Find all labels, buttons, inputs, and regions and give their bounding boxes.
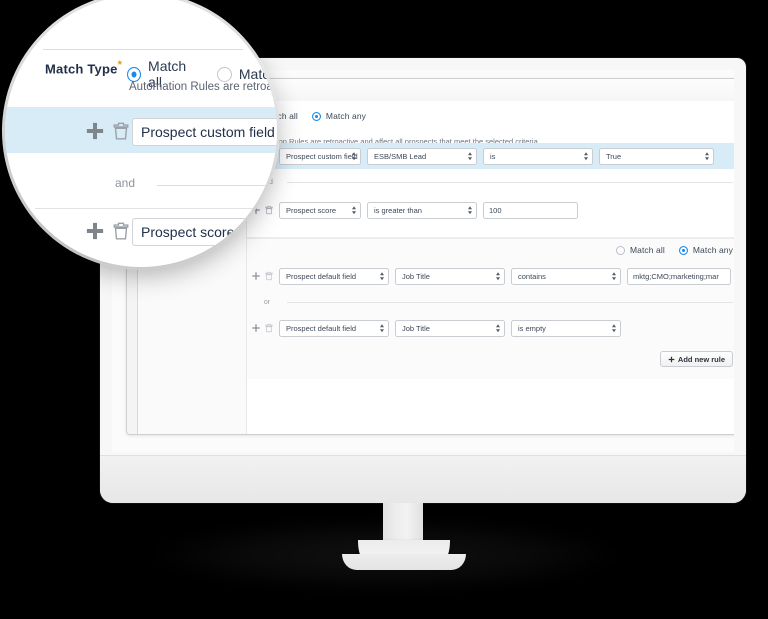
nested-rule-2-operator-value: is empty xyxy=(518,323,546,333)
nested-rule-2-field-name-value: Job Title xyxy=(402,323,430,333)
match-type-any-label: Match any xyxy=(325,111,367,121)
radio-dot-icon xyxy=(678,245,688,255)
nested-rule-2-operator-select[interactable]: is empty xyxy=(511,319,621,337)
monitor-stand-foot xyxy=(342,540,466,570)
rule-2-value: 100 xyxy=(489,205,502,215)
rule-2-operator-value: is greater than xyxy=(374,205,422,215)
stepper-arrows-icon xyxy=(468,206,472,214)
radio-dot-icon xyxy=(311,111,321,121)
stepper-arrows-icon xyxy=(352,206,356,214)
rule-1-operator-value: is xyxy=(490,151,496,161)
rule-row-1: Prospect custom field ESB/SMB Lead is Tr… xyxy=(247,143,734,169)
radio-dot-icon xyxy=(216,66,232,82)
conjunction-and-row: and xyxy=(247,173,734,191)
magnified-match-any-option[interactable]: Match xyxy=(216,66,277,82)
rule-builder-content: Match all Match any Automation Rules are… xyxy=(247,101,734,434)
nested-rule-2-icons xyxy=(247,323,277,333)
nested-rule-2-field-name-select[interactable]: Job Title xyxy=(395,319,505,337)
nested-match-all-label: Match all xyxy=(629,245,665,255)
nested-match-any-label: Match any xyxy=(692,245,733,255)
conjunction-divider xyxy=(287,181,733,183)
nested-rule-group: Match all Match any Prospect default fie… xyxy=(247,238,734,379)
nested-rule-2-field-type-select[interactable]: Prospect default field xyxy=(279,319,389,337)
magnified-match-any-label: Match xyxy=(238,66,277,82)
rule-2-field-type-select[interactable]: Prospect score xyxy=(279,201,361,219)
rule-row-2: Prospect score is greater than 100 xyxy=(247,197,734,223)
magnified-row-2-icons xyxy=(85,221,131,241)
conjunction-or-label: or xyxy=(263,298,271,306)
stepper-arrows-icon xyxy=(352,152,356,160)
nested-match-option-any[interactable]: Match any xyxy=(678,245,733,255)
magnified-row-divider xyxy=(35,208,265,209)
magnified-row-1-icons xyxy=(85,121,131,141)
magnified-match-type-text: Match Type xyxy=(45,61,118,77)
magnified-field-one-value: Prospect custom field xyxy=(141,124,275,140)
stepper-arrows-icon xyxy=(468,152,472,160)
rule-2-operator-select[interactable]: is greater than xyxy=(367,201,477,219)
stepper-arrows-icon xyxy=(380,324,384,332)
nested-match-option-all[interactable]: Match all xyxy=(615,245,665,255)
rule-1-value-select[interactable]: True xyxy=(599,147,714,165)
rule-2-field-type-value: Prospect score xyxy=(286,205,337,215)
conjunction-divider xyxy=(287,301,733,303)
rule-1-field-name-select[interactable]: ESB/SMB Lead xyxy=(367,147,477,165)
trash-icon[interactable] xyxy=(264,271,274,281)
nested-rule-1-operator-value: contains xyxy=(518,271,546,281)
magnified-helper-text: Automation Rules are retroa xyxy=(129,81,273,93)
nested-rule-1-operator-select[interactable]: contains xyxy=(511,267,621,285)
plus-icon xyxy=(668,356,675,362)
magnified-match-type-label: Match Type* xyxy=(45,59,122,76)
radio-dot-icon xyxy=(127,66,142,82)
magnified-field-one[interactable]: Prospect custom field xyxy=(132,118,277,146)
stepper-arrows-icon xyxy=(612,272,616,280)
nested-rule-1-field-name-select[interactable]: Job Title xyxy=(395,267,505,285)
nested-rule-1-icons xyxy=(247,271,277,281)
magnified-conjunction-divider xyxy=(157,185,277,186)
trash-icon[interactable] xyxy=(264,323,274,333)
stepper-arrows-icon xyxy=(584,152,588,160)
rule-1-field-type-select[interactable]: Prospect custom field xyxy=(279,147,361,165)
rule-2-value-input[interactable]: 100 xyxy=(483,201,578,219)
trash-icon[interactable] xyxy=(111,221,131,241)
rule-1-operator-select[interactable]: is xyxy=(483,147,593,165)
stepper-arrows-icon xyxy=(612,324,616,332)
plus-icon[interactable] xyxy=(251,271,261,281)
nested-rule-row-1: Prospect default field Job Title contain… xyxy=(247,263,734,289)
stepper-arrows-icon xyxy=(380,272,384,280)
trash-icon[interactable] xyxy=(111,121,131,141)
match-type-option-any[interactable]: Match any xyxy=(311,111,367,121)
magnifier-lens: Match Type* Match all Match Automation R… xyxy=(5,0,277,267)
conjunction-or-row: or xyxy=(247,293,734,311)
add-new-rule-button[interactable]: Add new rule xyxy=(659,351,733,367)
nested-rule-1-value: mktg;CMO;marketing;mar xyxy=(633,271,719,281)
nested-rule-1-value-input[interactable]: mktg;CMO;marketing;mar xyxy=(627,267,731,285)
stepper-arrows-icon xyxy=(705,152,709,160)
magnifier-content: Match Type* Match all Match Automation R… xyxy=(5,0,277,267)
magnified-field-two-value: Prospect score xyxy=(141,224,235,240)
match-type-radio-group: Match all Match any xyxy=(247,111,734,121)
screenshot-stage: Match all Match any Automation Rules are… xyxy=(0,0,768,619)
stepper-arrows-icon xyxy=(496,272,500,280)
required-asterisk-icon: * xyxy=(117,59,123,71)
plus-icon[interactable] xyxy=(85,221,105,241)
nested-rule-2-field-type-value: Prospect default field xyxy=(286,323,357,333)
monitor-chin xyxy=(100,455,746,503)
stepper-arrows-icon xyxy=(496,324,500,332)
match-type-row: Match all Match any Automation Rules are… xyxy=(247,111,734,146)
nested-match-radio-group: Match all Match any xyxy=(615,245,733,255)
nested-rule-1-field-type-value: Prospect default field xyxy=(286,271,357,281)
add-new-rule-label: Add new rule xyxy=(677,354,725,364)
magnified-conjunction-and: and xyxy=(115,176,136,190)
nested-rule-1-field-type-select[interactable]: Prospect default field xyxy=(279,267,389,285)
nested-rule-1-field-name-value: Job Title xyxy=(402,271,430,281)
magnified-field-two[interactable]: Prospect score xyxy=(132,218,277,246)
rule-1-field-name-value: ESB/SMB Lead xyxy=(374,151,427,161)
magnified-top-divider xyxy=(43,49,243,50)
plus-icon[interactable] xyxy=(251,323,261,333)
plus-icon[interactable] xyxy=(85,121,105,141)
nested-rule-row-2: Prospect default field Job Title is empt… xyxy=(247,315,734,341)
rule-1-field-type-value: Prospect custom field xyxy=(286,151,358,161)
rule-1-value: True xyxy=(606,151,622,161)
radio-dot-icon xyxy=(615,245,625,255)
